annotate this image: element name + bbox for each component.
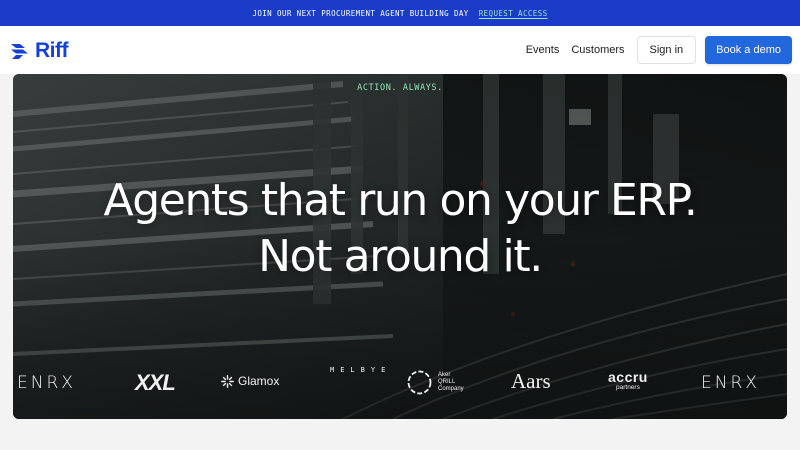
book-demo-button[interactable]: Book a demo bbox=[705, 36, 792, 64]
aker-line-2: QRILL bbox=[438, 379, 456, 385]
hero-section: ACTION. ALWAYS. Agents that run on your … bbox=[13, 74, 787, 419]
hero-headline: Agents that run on your ERP. Not around … bbox=[13, 173, 787, 285]
customer-logo-strip: ENRX XXL Glamox MELBYE Aker QRILL Compan… bbox=[13, 364, 787, 404]
logo-melbye: MELBYE bbox=[330, 366, 392, 374]
aker-line-1: Aker bbox=[438, 372, 451, 378]
hero-eyebrow: ACTION. ALWAYS. bbox=[357, 83, 443, 93]
logo-enrx: ENRX bbox=[17, 373, 76, 393]
sign-in-button[interactable]: Sign in bbox=[636, 36, 697, 64]
glamox-sun-icon bbox=[221, 374, 234, 388]
logo-accru: accru partners bbox=[608, 370, 648, 392]
top-nav: Riff Events Customers Sign in Book a dem… bbox=[0, 26, 800, 74]
logo-enrx-repeat: ENRX bbox=[701, 373, 760, 393]
riff-logo[interactable]: Riff bbox=[10, 39, 69, 63]
aker-text: Aker QRILL Company bbox=[438, 372, 464, 393]
logo-aars: Aars bbox=[511, 369, 551, 393]
accru-sub-text: partners bbox=[616, 384, 640, 391]
riff-mark-icon bbox=[11, 44, 28, 59]
headline-line-2: Not around it. bbox=[258, 231, 543, 282]
page-below-hero bbox=[0, 419, 800, 450]
nav-link-customers[interactable]: Customers bbox=[571, 44, 624, 56]
glamox-text: Glamox bbox=[238, 374, 280, 388]
logo-glamox: Glamox bbox=[221, 374, 279, 388]
logo-xxl: XXL bbox=[135, 370, 176, 395]
headline-line-1: Agents that run on your ERP. bbox=[103, 175, 698, 226]
nav-links: Events Customers Sign in Book a demo bbox=[526, 26, 800, 74]
logo-aker-qrill: Aker QRILL Company bbox=[406, 369, 464, 396]
announcement-bar: JOIN OUR NEXT PROCUREMENT AGENT BUILDING… bbox=[0, 0, 800, 26]
accru-text: accru bbox=[608, 369, 648, 385]
aker-line-3: Company bbox=[438, 386, 464, 392]
nav-link-events[interactable]: Events bbox=[526, 44, 560, 56]
announcement-text: JOIN OUR NEXT PROCUREMENT AGENT BUILDING… bbox=[252, 8, 469, 18]
request-access-link[interactable]: REQUEST ACCESS bbox=[479, 9, 548, 18]
aker-ring-icon bbox=[407, 370, 432, 395]
logo-text: Riff bbox=[35, 39, 69, 62]
